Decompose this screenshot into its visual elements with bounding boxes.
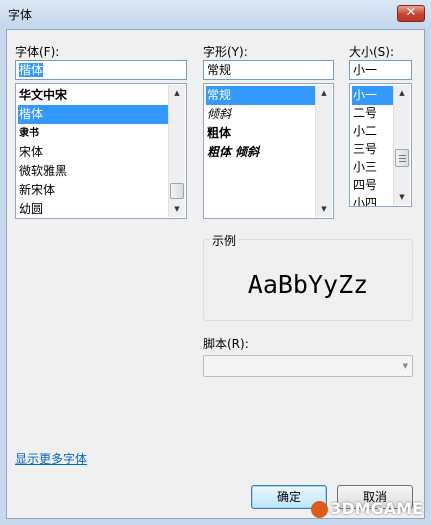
dialog-body: 字体(F): 楷体 华文中宋 楷体 隶书 宋体 微软雅黑 新宋体 幼圆 ▲ ▼ … bbox=[6, 29, 425, 519]
size-item-xiaoyi[interactable]: 小一 bbox=[352, 86, 393, 105]
watermark-logo: 3DMGAME bbox=[311, 499, 423, 518]
sample-group: 示例 AaBbYyZz bbox=[203, 232, 413, 321]
size-item-sihao[interactable]: 四号 bbox=[352, 176, 377, 195]
window-title: 字体 bbox=[8, 8, 33, 22]
font-item-lishu[interactable]: 隶书 bbox=[18, 124, 39, 143]
scroll-up-icon[interactable]: ▲ bbox=[316, 85, 332, 101]
watermark-text: 3DMGAME bbox=[330, 499, 423, 518]
font-input-value: 楷体 bbox=[19, 63, 44, 77]
sample-text: AaBbYyZz bbox=[247, 270, 369, 299]
sample-label: 示例 bbox=[210, 232, 239, 249]
title-bar: 字体 ✕ bbox=[0, 0, 431, 28]
font-item-xinsongti[interactable]: 新宋体 bbox=[18, 181, 55, 200]
size-list[interactable]: 小一 二号 小二 三号 小三 四号 小四 ▲ ▼ bbox=[349, 83, 412, 207]
size-input-value: 小一 bbox=[353, 63, 378, 77]
style-item-bold[interactable]: 粗体 bbox=[206, 124, 231, 143]
size-item-xiaoer[interactable]: 小二 bbox=[352, 122, 377, 141]
style-item-bold-italic[interactable]: 粗体 倾斜 bbox=[206, 143, 259, 162]
font-item-weiruanyahei[interactable]: 微软雅黑 bbox=[18, 162, 67, 181]
size-item-xiaosi[interactable]: 小四 bbox=[352, 194, 377, 206]
size-item-erhao[interactable]: 二号 bbox=[352, 104, 377, 123]
style-input[interactable]: 常规 bbox=[203, 60, 334, 80]
scroll-thumb[interactable] bbox=[170, 183, 184, 199]
style-item-regular[interactable]: 常规 bbox=[206, 86, 317, 105]
show-more-fonts-link[interactable]: 显示更多字体 bbox=[15, 450, 87, 467]
style-list-scrollbar[interactable]: ▲ ▼ bbox=[315, 85, 332, 217]
scroll-down-icon[interactable]: ▼ bbox=[169, 201, 185, 217]
scroll-down-icon[interactable]: ▼ bbox=[316, 201, 332, 217]
size-list-scrollbar[interactable]: ▲ ▼ bbox=[393, 85, 410, 205]
font-item-songti[interactable]: 宋体 bbox=[18, 143, 43, 162]
scroll-up-icon[interactable]: ▲ bbox=[169, 85, 185, 101]
script-label: 脚本(R): bbox=[203, 337, 249, 351]
size-input[interactable]: 小一 bbox=[349, 60, 412, 80]
style-input-value: 常规 bbox=[207, 63, 232, 77]
scroll-up-icon[interactable]: ▲ bbox=[394, 85, 410, 101]
font-label: 字体(F): bbox=[15, 45, 60, 59]
style-list[interactable]: 常规 倾斜 粗体 粗体 倾斜 ▲ ▼ bbox=[203, 83, 334, 219]
font-item-youyuan[interactable]: 幼圆 bbox=[18, 200, 43, 218]
close-icon: ✕ bbox=[405, 5, 417, 20]
size-item-sanhao[interactable]: 三号 bbox=[352, 140, 377, 159]
script-select[interactable]: ▼ bbox=[203, 355, 413, 377]
scroll-thumb[interactable] bbox=[395, 149, 409, 167]
font-item-huawenzhongsong[interactable]: 华文中宋 bbox=[18, 86, 67, 105]
size-label: 大小(S): bbox=[349, 45, 395, 59]
font-list-scrollbar[interactable]: ▲ ▼ bbox=[168, 85, 185, 217]
font-item-kaiti[interactable]: 楷体 bbox=[18, 105, 170, 124]
font-input[interactable]: 楷体 bbox=[15, 60, 187, 80]
chevron-down-icon: ▼ bbox=[402, 362, 408, 370]
style-label: 字形(Y): bbox=[203, 45, 248, 59]
size-item-xiaosan[interactable]: 小三 bbox=[352, 158, 377, 177]
font-list[interactable]: 华文中宋 楷体 隶书 宋体 微软雅黑 新宋体 幼圆 ▲ ▼ bbox=[15, 83, 187, 219]
close-button[interactable]: ✕ bbox=[397, 5, 425, 22]
scroll-down-icon[interactable]: ▼ bbox=[394, 189, 410, 205]
style-item-italic[interactable]: 倾斜 bbox=[206, 105, 231, 124]
